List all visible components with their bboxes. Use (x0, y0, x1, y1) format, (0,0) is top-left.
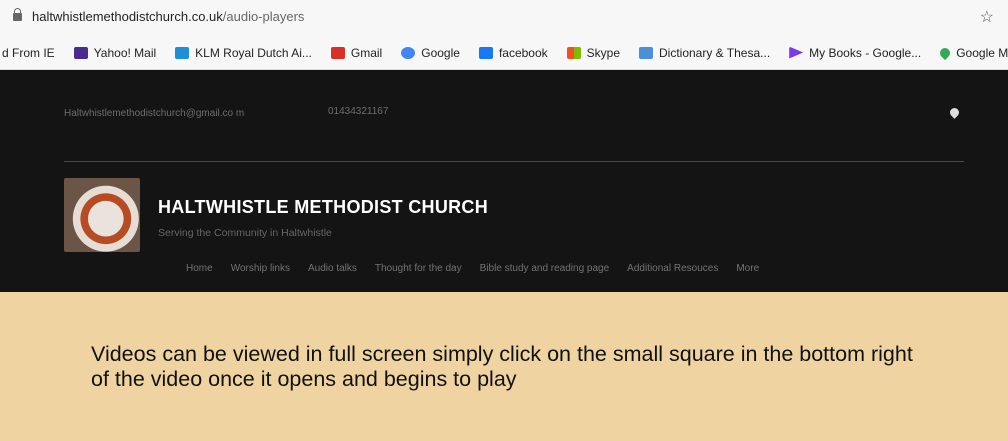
page-content: Videos can be viewed in full screen simp… (0, 292, 1008, 441)
klm-icon (175, 46, 190, 59)
bookmark-star-icon[interactable]: ☆ (980, 7, 994, 27)
address-bar[interactable]: haltwhistlemethodistchurch.co.uk/audio-p… (0, 0, 1008, 36)
bookmark-google[interactable]: Google (401, 46, 460, 60)
site-title[interactable]: HALTWHISTLE METHODIST CHURCH (158, 197, 488, 218)
nav-more[interactable]: More (736, 263, 759, 274)
dictionary-icon (639, 46, 653, 59)
nav-home[interactable]: Home (186, 263, 213, 274)
nav-additional-resources[interactable]: Additional Resouces (627, 263, 718, 274)
nav-audio-talks[interactable]: Audio talks (308, 263, 357, 274)
mail-icon (73, 46, 88, 59)
bookmark-google-maps[interactable]: Google Maps (938, 45, 1008, 60)
google-icon (401, 46, 416, 59)
site-header: Haltwhistlemethodistchurch@gmail.co m 01… (0, 70, 1008, 292)
facebook-icon (478, 46, 493, 59)
church-logo[interactable] (64, 178, 140, 252)
video-instructions: Videos can be viewed in full screen simp… (91, 342, 913, 391)
url-text[interactable]: haltwhistlemethodistchurch.co.uk/audio-p… (32, 9, 304, 24)
nav-bible-study[interactable]: Bible study and reading page (480, 263, 610, 274)
bookmark-skype[interactable]: Skype (566, 46, 620, 60)
bookmark-gmail[interactable]: Gmail (330, 46, 382, 60)
lock-icon (13, 8, 22, 21)
contact-email[interactable]: Haltwhistlemethodistchurch@gmail.co m (64, 106, 314, 122)
contact-phone[interactable]: 01434321167 (328, 106, 388, 117)
main-navigation: Home Worship links Audio talks Thought f… (186, 263, 759, 274)
bookmark-imported[interactable]: d From IE (2, 46, 55, 60)
maps-pin-icon (938, 45, 953, 60)
header-divider (64, 161, 964, 162)
bookmarks-bar: d From IE Yahoo! Mail KLM Royal Dutch Ai… (0, 36, 1008, 70)
nav-thought-for-the-day[interactable]: Thought for the day (375, 263, 462, 274)
play-books-icon (789, 46, 804, 59)
bookmark-facebook[interactable]: facebook (478, 46, 548, 60)
bookmark-dictionary[interactable]: Dictionary & Thesa... (639, 46, 770, 60)
bookmark-my-books[interactable]: My Books - Google... (789, 46, 921, 60)
gmail-icon (330, 46, 345, 59)
nav-worship-links[interactable]: Worship links (231, 263, 290, 274)
site-subtitle: Serving the Community in Haltwhistle (158, 227, 332, 239)
bookmark-yahoo-mail[interactable]: Yahoo! Mail (73, 46, 156, 60)
location-pin-icon[interactable] (948, 106, 961, 119)
skype-icon (566, 46, 581, 59)
bookmark-klm[interactable]: KLM Royal Dutch Ai... (175, 46, 312, 60)
